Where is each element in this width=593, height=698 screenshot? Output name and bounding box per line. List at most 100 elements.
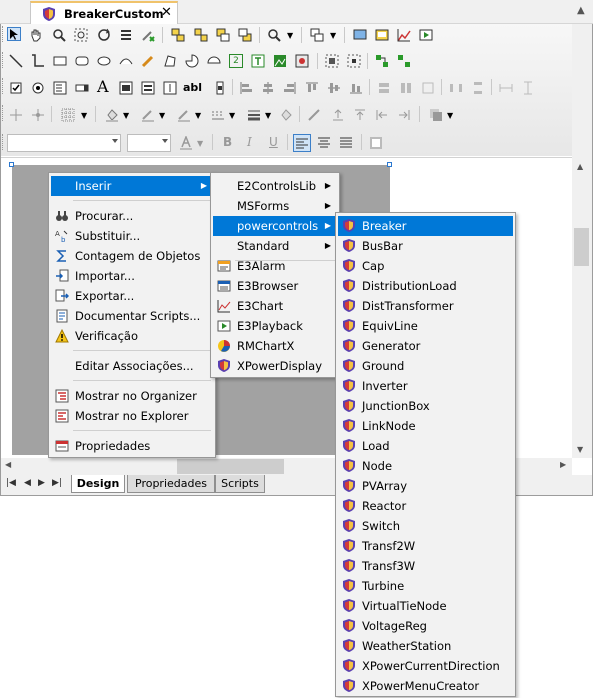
button-tool-icon[interactable]	[119, 81, 133, 95]
submenu-item-e3browser[interactable]: E3Browser	[213, 276, 337, 296]
align-left-icon[interactable]	[239, 81, 253, 95]
prev-sheet-icon[interactable]: ◀	[24, 478, 31, 488]
powercontrols-item-transf2w[interactable]: Transf2W	[338, 536, 513, 556]
center-horizontal-icon[interactable]	[499, 81, 513, 95]
submenu-item-xpowerdisplay[interactable]: XPowerDisplay	[213, 356, 337, 376]
move-left-icon[interactable]	[375, 108, 389, 122]
space-vertical-icon[interactable]	[471, 81, 485, 95]
menu-item-procurar[interactable]: Procurar...	[51, 206, 213, 226]
powercontrols-item-reactor[interactable]: Reactor	[338, 496, 513, 516]
scroll-up-icon[interactable]: ▲	[577, 162, 583, 171]
tab-design[interactable]: Design	[71, 475, 125, 493]
text-align-right-button[interactable]	[339, 136, 353, 150]
text-align-center-button[interactable]	[317, 136, 331, 150]
horizontal-scroll-thumb[interactable]	[177, 459, 284, 474]
menu-item-importar[interactable]: Importar...	[51, 266, 213, 286]
shadow-icon[interactable]	[429, 108, 443, 122]
menu-item-editar-associacoes[interactable]: Editar Associações...	[51, 356, 213, 376]
zoom-icon[interactable]	[52, 28, 66, 42]
menu-item-propriedades[interactable]: Propriedades	[51, 436, 213, 456]
combobox-tool-icon[interactable]	[75, 81, 89, 95]
powercontrols-item-cap[interactable]: Cap	[338, 256, 513, 276]
move-up-icon[interactable]	[331, 108, 345, 122]
center-vertical-icon[interactable]	[521, 81, 535, 95]
font-color-icon[interactable]	[179, 134, 193, 150]
powercontrols-item-distributionload[interactable]: DistributionLoad	[338, 276, 513, 296]
submenu-item-standard[interactable]: Standard ▶	[213, 236, 337, 256]
menu-item-verificacao[interactable]: Verificação	[51, 326, 213, 346]
scroll-left-icon[interactable]: ◀	[5, 460, 11, 469]
menu-item-exportar[interactable]: Exportar...	[51, 286, 213, 306]
tab-order-icon[interactable]	[119, 28, 133, 42]
powercontrols-item-turbine[interactable]: Turbine	[338, 576, 513, 596]
select-tool-icon[interactable]	[7, 27, 21, 41]
powercontrols-item-busbar[interactable]: BusBar	[338, 236, 513, 256]
menu-item-explorer[interactable]: Mostrar no Explorer	[51, 406, 213, 426]
powercontrols-item-breaker[interactable]: Breaker	[338, 216, 513, 236]
align-center-icon[interactable]	[261, 81, 275, 95]
align-right-icon[interactable]	[283, 81, 297, 95]
pencil-tool-icon[interactable]	[141, 54, 155, 68]
menu-item-inserir[interactable]: Inserir ▶	[51, 176, 213, 196]
bitmap-tool-icon[interactable]	[295, 54, 309, 68]
space-horizontal-icon[interactable]	[449, 81, 463, 95]
powercontrols-item-switch[interactable]: Switch	[338, 516, 513, 536]
tab-propriedades[interactable]: Propriedades	[127, 475, 215, 493]
font-name-combo[interactable]	[7, 134, 121, 152]
submenu-item-e3playback[interactable]: E3Playback	[213, 316, 337, 336]
submenu-item-powercontrols[interactable]: powercontrols ▶	[213, 216, 337, 236]
checkbox-tool-icon[interactable]	[9, 81, 23, 95]
polygon-tool-icon[interactable]	[163, 54, 177, 68]
same-width-icon[interactable]	[377, 81, 391, 95]
powercontrols-item-transf3w[interactable]: Transf3W	[338, 556, 513, 576]
font-color-dropdown-icon[interactable]: ▼	[197, 139, 203, 148]
ungroup-icon[interactable]	[194, 28, 208, 42]
rectangle-tool-icon[interactable]	[53, 54, 67, 68]
powercontrols-item-virtualtienode[interactable]: VirtualTieNode	[338, 596, 513, 616]
move-right-icon[interactable]	[397, 108, 411, 122]
document-tab[interactable]: BreakerCustom ✕	[30, 1, 178, 24]
same-size-icon[interactable]	[421, 81, 435, 95]
layers-icon[interactable]	[310, 28, 324, 42]
pie-tool-icon[interactable]	[185, 54, 199, 68]
line-width-icon[interactable]	[247, 108, 261, 122]
polyline-tool-icon[interactable]	[31, 54, 45, 68]
text-align-left-button[interactable]	[293, 134, 311, 152]
powercontrols-item-xpowermenucreator[interactable]: XPowerMenuCreator	[338, 676, 513, 696]
vertical-scroll-thumb[interactable]	[574, 228, 589, 266]
line-color-dropdown-icon[interactable]: ▼	[159, 111, 165, 120]
pan-hand-icon[interactable]	[29, 28, 43, 42]
image-tool-icon[interactable]	[273, 54, 287, 68]
line-style-dropdown-icon[interactable]: ▼	[229, 111, 235, 120]
arc-tool-icon[interactable]	[119, 54, 133, 68]
align-bottom-icon[interactable]	[349, 81, 363, 95]
refresh-icon[interactable]	[97, 28, 111, 42]
grid-icon[interactable]	[61, 108, 75, 122]
group-icon[interactable]	[171, 28, 185, 42]
powercontrols-item-load[interactable]: Load	[338, 436, 513, 456]
chart-icon[interactable]	[397, 28, 411, 42]
spin-tool-icon[interactable]	[163, 81, 177, 95]
frame-icon[interactable]	[375, 28, 389, 42]
layers-dropdown-icon[interactable]: ▼	[330, 31, 336, 40]
last-sheet-icon[interactable]: ▶|	[52, 478, 62, 488]
scroll-right-icon[interactable]: ▶	[560, 460, 566, 469]
powercontrols-item-ground[interactable]: Ground	[338, 356, 513, 376]
align-middle-icon[interactable]	[327, 81, 341, 95]
menu-item-documentar[interactable]: Documentar Scripts...	[51, 306, 213, 326]
submenu-item-e3chart[interactable]: E3Chart	[213, 296, 337, 316]
powercontrols-item-linknode[interactable]: LinkNode	[338, 416, 513, 436]
number-display-icon[interactable]: 2	[229, 54, 243, 68]
connect-icon[interactable]	[375, 54, 389, 68]
fill-color-icon[interactable]	[105, 108, 119, 122]
toggle-tool-icon[interactable]	[141, 81, 155, 95]
powercontrols-item-generator[interactable]: Generator	[338, 336, 513, 356]
label-text-icon[interactable]: A	[97, 79, 111, 95]
line-color-icon[interactable]	[141, 108, 155, 122]
bold-button[interactable]: B	[223, 135, 232, 149]
bring-front-icon[interactable]	[216, 28, 230, 42]
powercontrols-item-equivline[interactable]: EquivLine	[338, 316, 513, 336]
resize-handle[interactable]	[9, 162, 14, 167]
align-grid-icon[interactable]	[325, 54, 339, 68]
radio-tool-icon[interactable]	[31, 81, 45, 95]
